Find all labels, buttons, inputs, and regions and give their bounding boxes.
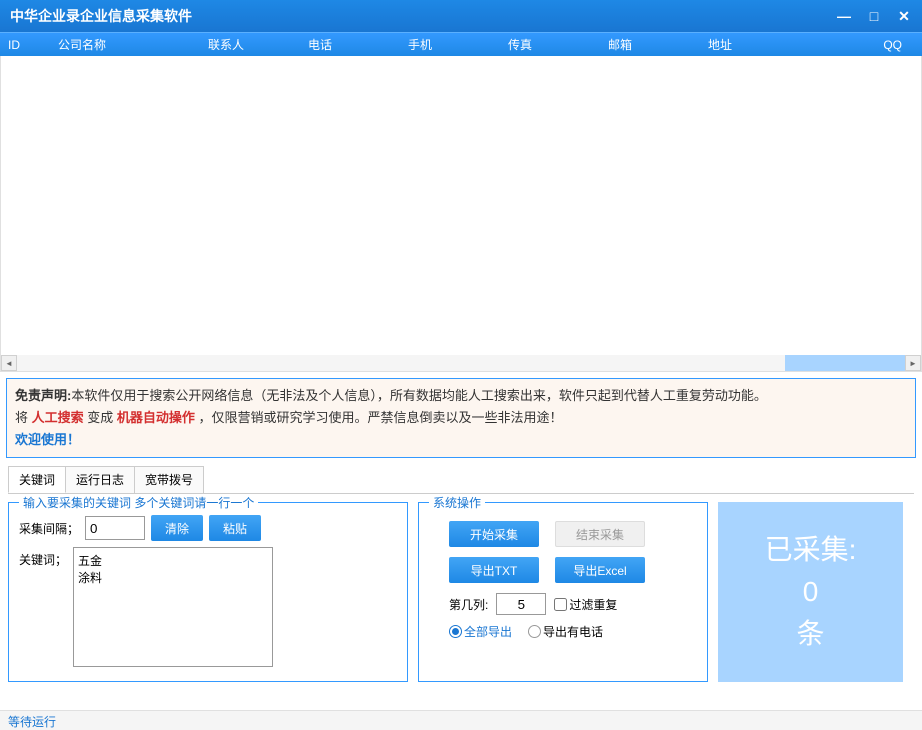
- col-contact[interactable]: 联系人: [200, 36, 300, 53]
- col-id[interactable]: ID: [0, 38, 50, 52]
- col-qq[interactable]: QQ: [862, 38, 922, 52]
- export-excel-button[interactable]: 导出Excel: [555, 557, 645, 583]
- start-collect-button[interactable]: 开始采集: [449, 521, 539, 547]
- keywords-group-title: 输入要采集的关键词 多个关键词请一行一个: [19, 494, 258, 511]
- close-icon[interactable]: ✕: [896, 8, 912, 25]
- export-phone-radio[interactable]: 导出有电话: [528, 623, 603, 640]
- minimize-icon[interactable]: —: [836, 8, 852, 25]
- clear-button[interactable]: 清除: [151, 515, 203, 541]
- system-group-title: 系统操作: [429, 494, 485, 511]
- paste-button[interactable]: 粘贴: [209, 515, 261, 541]
- status-bar: 等待运行: [0, 710, 922, 730]
- column-label: 第几列:: [449, 596, 488, 613]
- scroll-right-icon[interactable]: ►: [905, 355, 921, 371]
- keywords-label: 关键词；: [19, 547, 67, 667]
- window-title: 中华企业录企业信息采集软件: [10, 6, 836, 26]
- tab-keywords[interactable]: 关键词: [8, 466, 66, 493]
- counter-value: 0: [803, 571, 819, 613]
- column-input[interactable]: [496, 593, 546, 615]
- disclaimer-welcome: 欢迎使用！: [15, 429, 907, 451]
- tabs: 关键词 运行日志 宽带拨号: [8, 466, 914, 493]
- col-fax[interactable]: 传真: [500, 36, 600, 53]
- disclaimer-title: 免责声明:: [15, 388, 71, 403]
- horizontal-scrollbar[interactable]: ◄ ►: [1, 355, 921, 371]
- filter-duplicate-checkbox[interactable]: 过滤重复: [554, 596, 617, 613]
- scroll-left-icon[interactable]: ◄: [1, 355, 17, 371]
- counter-panel: 已采集: 0 条: [718, 502, 903, 682]
- radio-checked-icon: [449, 625, 462, 638]
- export-txt-button[interactable]: 导出TXT: [449, 557, 539, 583]
- col-mobile[interactable]: 手机: [400, 36, 500, 53]
- window-controls: — □ ✕: [836, 8, 912, 25]
- interval-label: 采集间隔；: [19, 520, 79, 537]
- keywords-textarea[interactable]: 五金 涂料: [73, 547, 273, 667]
- disclaimer-box: 免责声明:本软件仅用于搜索公开网络信息（无非法及个人信息），所有数据均能人工搜索…: [6, 378, 916, 458]
- maximize-icon[interactable]: □: [866, 8, 882, 25]
- col-company[interactable]: 公司名称: [50, 36, 200, 53]
- col-addr[interactable]: 地址: [700, 36, 862, 53]
- scroll-thumb[interactable]: [785, 355, 905, 371]
- counter-label: 已采集:: [765, 529, 857, 571]
- table-body: ◄ ►: [0, 56, 922, 372]
- system-group: 系统操作 开始采集 结束采集 导出TXT 导出Excel 第几列: 过滤重复 全…: [418, 502, 708, 682]
- tab-log[interactable]: 运行日志: [65, 466, 135, 493]
- radio-unchecked-icon: [528, 625, 541, 638]
- counter-unit: 条: [796, 613, 824, 655]
- interval-input[interactable]: [85, 516, 145, 540]
- col-email[interactable]: 邮箱: [600, 36, 700, 53]
- keywords-group: 输入要采集的关键词 多个关键词请一行一个 采集间隔； 清除 粘贴 关键词； 五金…: [8, 502, 408, 682]
- table-header: ID 公司名称 联系人 电话 手机 传真 邮箱 地址 QQ: [0, 32, 922, 56]
- export-all-radio[interactable]: 全部导出: [449, 623, 512, 640]
- tab-dial[interactable]: 宽带拨号: [134, 466, 204, 493]
- stop-collect-button[interactable]: 结束采集: [555, 521, 645, 547]
- col-phone[interactable]: 电话: [300, 36, 400, 53]
- scroll-track[interactable]: [17, 355, 905, 371]
- titlebar[interactable]: 中华企业录企业信息采集软件 — □ ✕: [0, 0, 922, 32]
